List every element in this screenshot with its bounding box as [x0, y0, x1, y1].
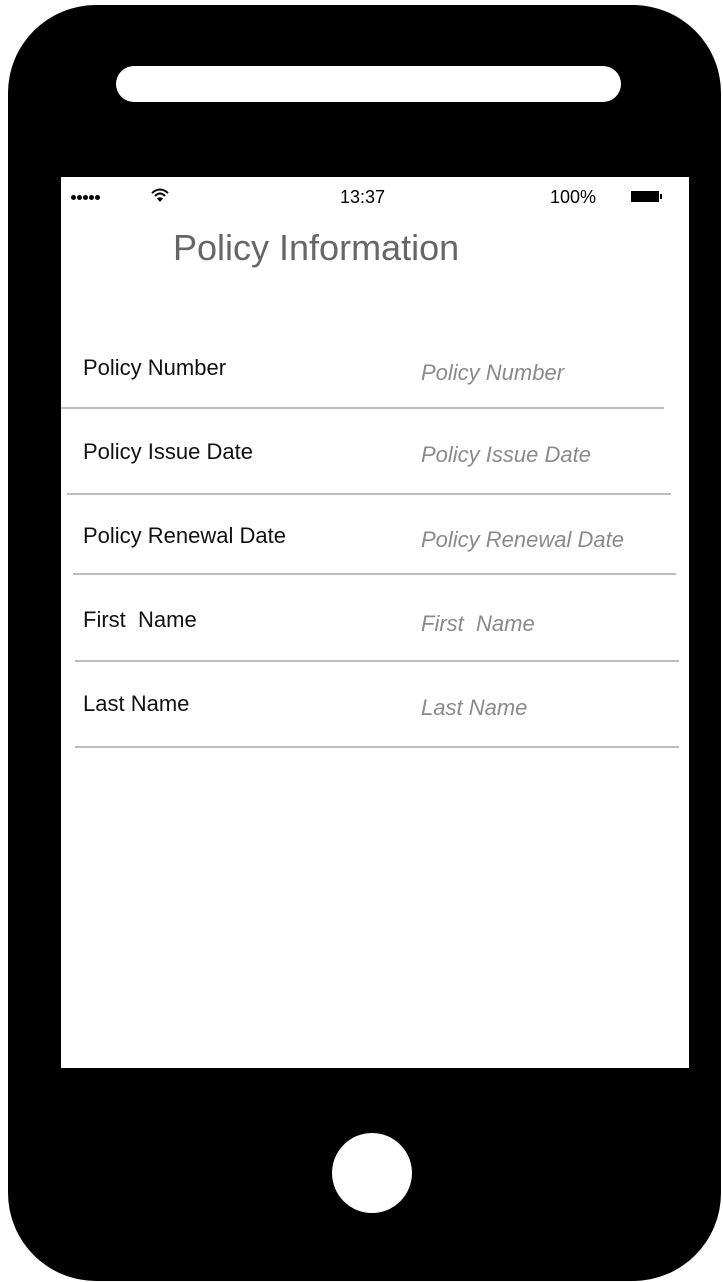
divider	[75, 660, 679, 662]
battery-full-icon	[631, 191, 659, 202]
first-name-label: First Name	[83, 607, 197, 632]
page-title: Policy Information	[173, 227, 460, 268]
speaker-slot	[116, 66, 621, 102]
last-name-row: Last Name	[61, 683, 689, 743]
home-button[interactable]	[332, 1133, 412, 1213]
last-name-field[interactable]	[421, 691, 683, 725]
first-name-row: First Name	[61, 599, 689, 659]
policy-number-field[interactable]	[421, 356, 683, 390]
phone-frame: 13:37 100% Policy Information Policy Num…	[8, 5, 721, 1281]
status-bar: 13:37 100%	[61, 177, 689, 217]
policy-renewal-date-row: Policy Renewal Date	[61, 515, 689, 575]
policy-issue-date-label: Policy Issue Date	[83, 439, 253, 464]
first-name-field[interactable]	[421, 607, 683, 641]
divider	[61, 407, 664, 409]
status-time: 13:37	[340, 187, 386, 207]
policy-renewal-date-field[interactable]	[421, 523, 683, 557]
divider	[73, 573, 676, 575]
phone-screen: 13:37 100% Policy Information Policy Num…	[61, 177, 689, 1068]
signal-dots-icon	[71, 195, 100, 205]
battery-tip	[660, 194, 662, 199]
divider	[75, 746, 679, 748]
policy-renewal-date-label: Policy Renewal Date	[83, 523, 286, 548]
policy-issue-date-row: Policy Issue Date	[61, 431, 689, 491]
policy-issue-date-field[interactable]	[421, 438, 683, 472]
last-name-label: Last Name	[83, 691, 190, 716]
divider	[67, 493, 671, 495]
battery-percentage: 100%	[550, 187, 597, 207]
policy-number-label: Policy Number	[83, 355, 227, 380]
policy-number-row: Policy Number	[61, 347, 689, 407]
wifi-icon	[151, 188, 169, 202]
